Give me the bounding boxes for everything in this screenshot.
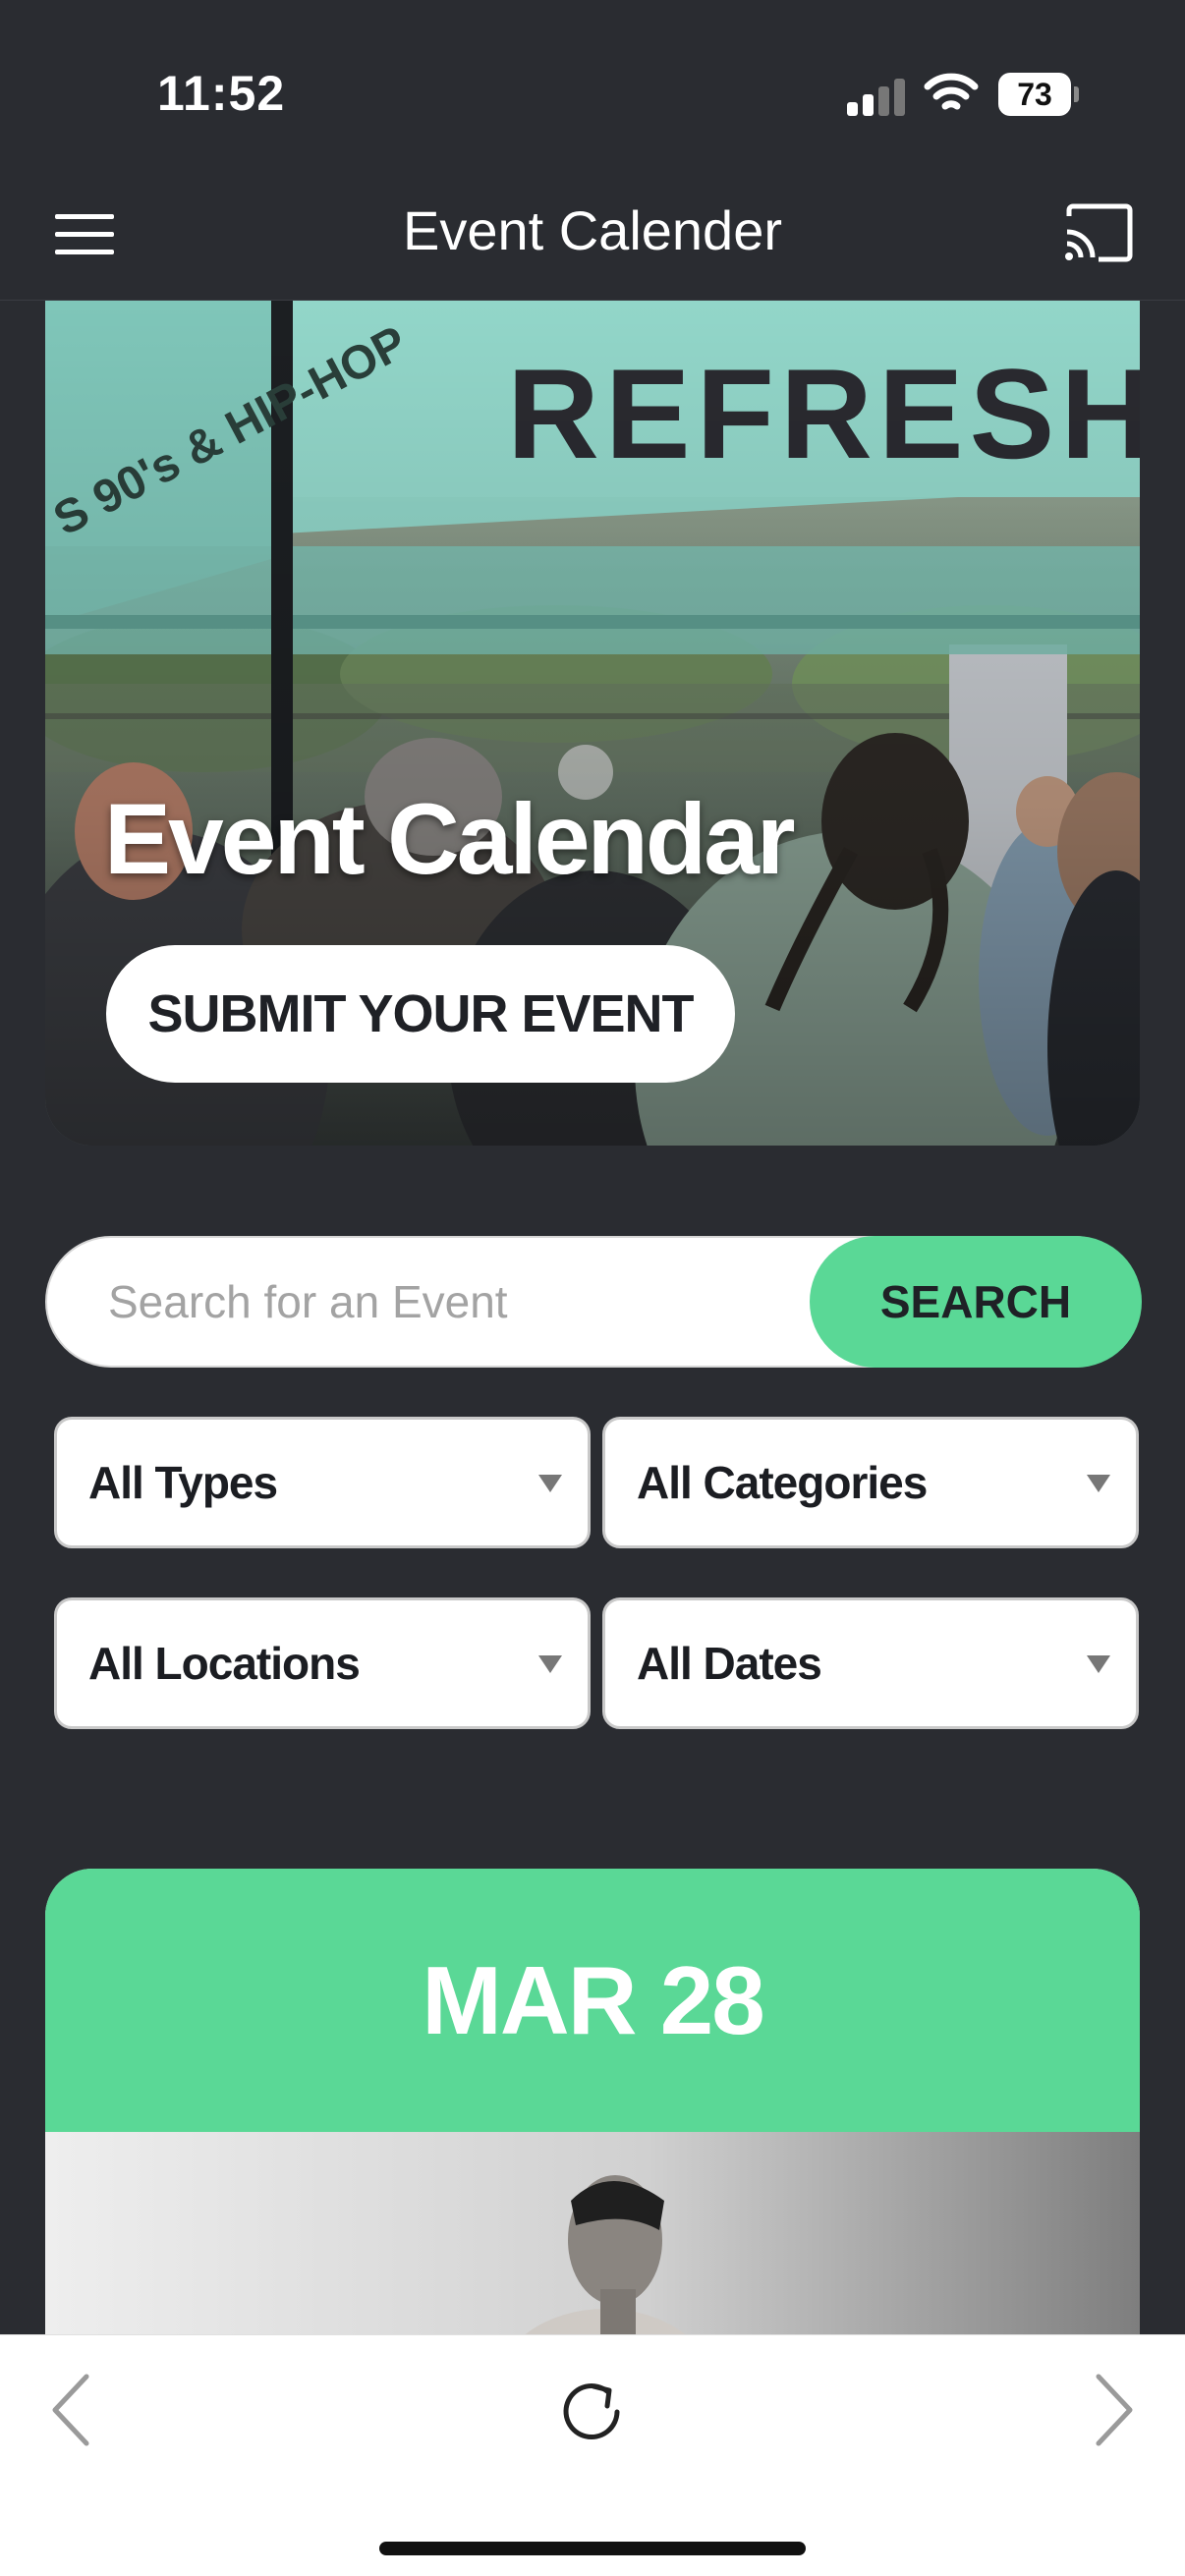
search-input[interactable] — [108, 1238, 816, 1366]
battery-icon: 73 — [998, 73, 1079, 116]
home-indicator[interactable] — [379, 2542, 806, 2555]
filter-label: All Locations — [88, 1638, 361, 1689]
filter-dates[interactable]: All Dates — [602, 1597, 1139, 1729]
signal-icon — [847, 77, 906, 116]
app-header: Event Calender — [0, 177, 1185, 301]
chevron-down-icon — [1087, 1475, 1110, 1492]
page-title: Event Calender — [402, 199, 782, 261]
app-screen: 11:52 73 Event Calender Event Calendar S… — [0, 0, 1185, 2576]
forward-icon[interactable] — [1091, 2371, 1136, 2449]
status-bar: 11:52 73 — [0, 0, 1185, 177]
browser-toolbar — [0, 2334, 1185, 2576]
filter-categories[interactable]: All Categories — [602, 1417, 1139, 1548]
reload-icon[interactable] — [550, 2371, 633, 2453]
chevron-down-icon — [538, 1475, 562, 1492]
filter-label: All Categories — [637, 1457, 928, 1508]
back-icon[interactable] — [49, 2371, 94, 2449]
chevron-down-icon — [1087, 1655, 1110, 1673]
submit-event-button[interactable]: SUBMIT YOUR EVENT — [106, 945, 735, 1083]
filter-label: All Types — [88, 1457, 278, 1508]
search-bar: SEARCH — [45, 1236, 1142, 1368]
hero-banner: REFRESHI S 90's & HIP-HOP Event Calendar… — [45, 301, 1140, 1146]
event-date: MAR 28 — [422, 1946, 764, 2054]
filter-types[interactable]: All Types — [54, 1417, 591, 1548]
chevron-down-icon — [538, 1655, 562, 1673]
filter-label: All Dates — [637, 1638, 822, 1689]
filter-locations[interactable]: All Locations — [54, 1597, 591, 1729]
event-date-band: MAR 28 — [45, 1869, 1140, 2132]
status-time: 11:52 — [157, 66, 286, 121]
battery-level: 73 — [1017, 77, 1052, 112]
hero-title: Event Calendar — [104, 783, 796, 895]
cast-icon[interactable] — [1063, 202, 1136, 263]
wifi-icon — [924, 71, 979, 116]
search-button[interactable]: SEARCH — [810, 1236, 1142, 1368]
